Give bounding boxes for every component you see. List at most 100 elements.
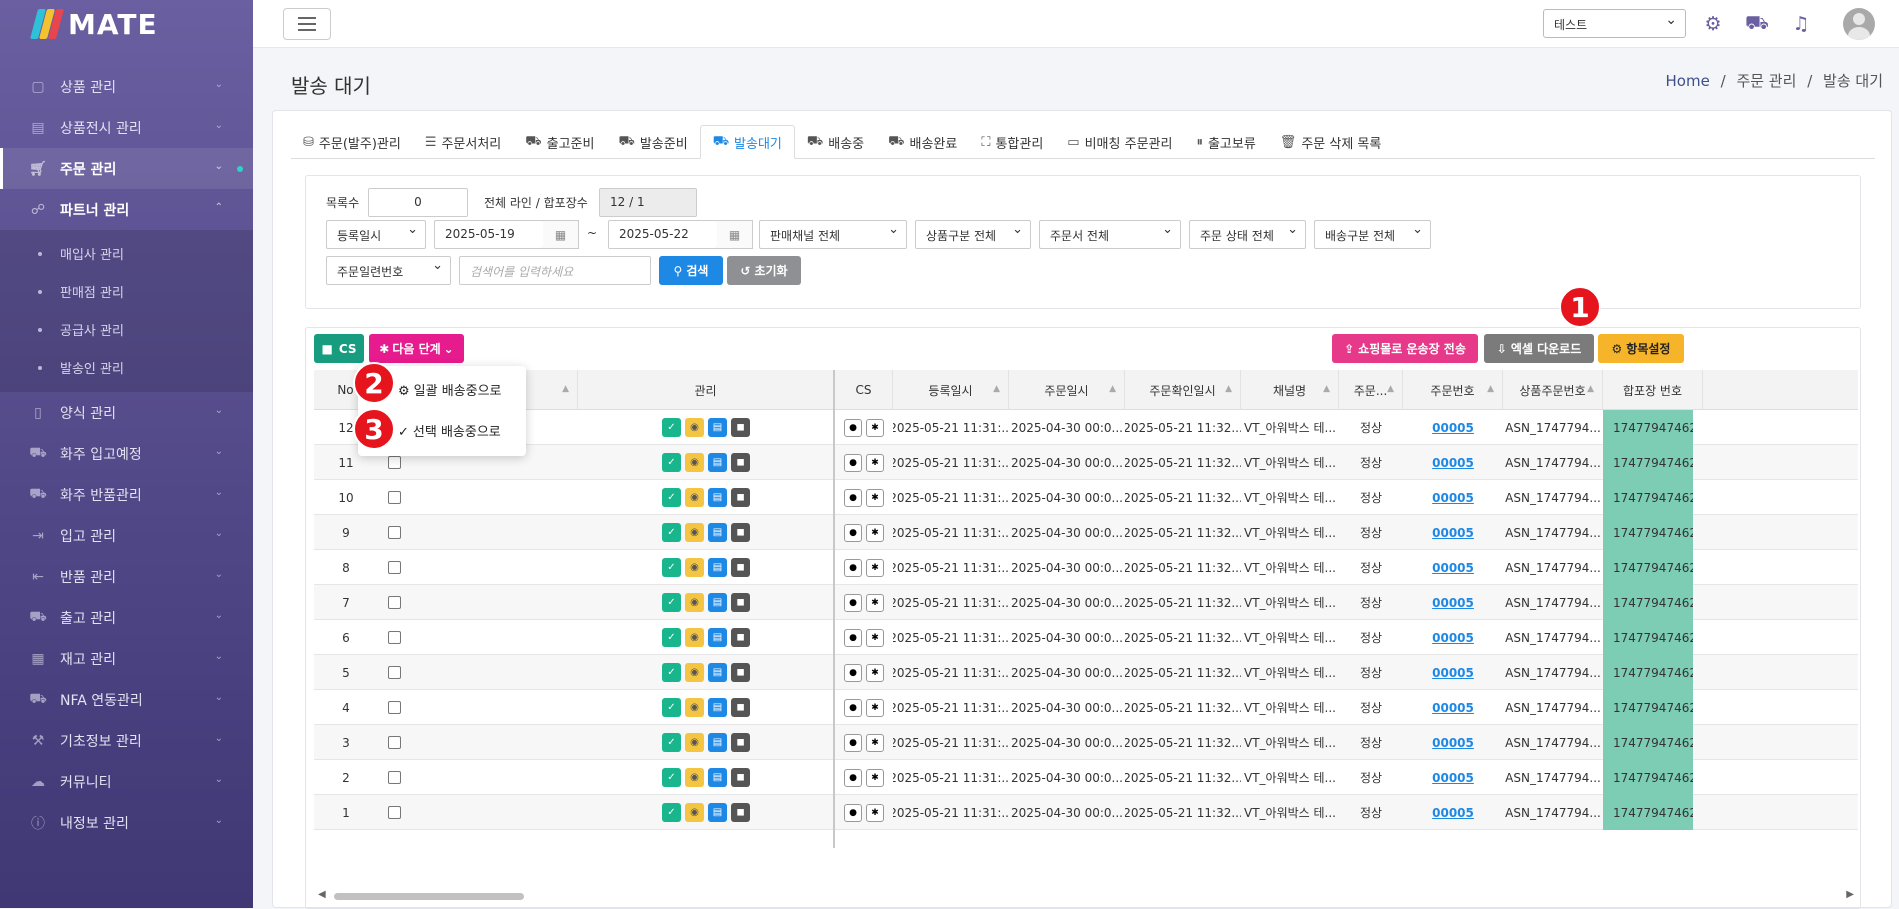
sidebar-item-basics[interactable]: ⚒ 기초정보 관리 ⌄ [0,720,253,761]
sidebar-item-owner-inbound[interactable]: ⛟ 화주 입고예정 ⌄ [0,433,253,474]
comment-icon[interactable]: ● [844,453,862,472]
date-from-input[interactable]: 2025-05-19 [434,220,544,249]
circle-icon[interactable]: ◉ [685,488,704,507]
circle-icon[interactable]: ◉ [685,663,704,682]
logo[interactable]: MATE [0,0,253,48]
order-no-link[interactable]: 00005 [1432,806,1474,820]
asterisk-icon[interactable]: ✱ [866,768,884,787]
document-icon[interactable]: ▤ [708,768,727,787]
sidebar-item-stock[interactable]: ▦ 재고 관리 ⌄ [0,638,253,679]
circle-icon[interactable]: ◉ [685,558,704,577]
date-type-select[interactable]: 등록일시 [326,220,426,249]
document-icon[interactable]: ▤ [708,698,727,717]
asterisk-icon[interactable]: ✱ [866,453,884,472]
scroll-left-icon[interactable]: ◀ [318,889,326,900]
horizontal-scrollbar[interactable]: ◀ ▶ [314,888,1858,904]
column-settings-button[interactable]: ⚙ 항목설정 [1598,334,1684,363]
row-checkbox[interactable] [387,456,401,469]
check-square-icon[interactable]: ✓ [662,803,681,822]
col-status[interactable]: 주문... ▲ [1339,370,1403,410]
comment-icon[interactable]: ● [844,663,862,682]
comments-icon[interactable]: ◼ [731,768,750,787]
circle-icon[interactable]: ◉ [685,418,704,437]
menu-item-bulk-shipping[interactable]: ⚙ 일괄 배송중으로 [398,380,502,399]
asterisk-icon[interactable]: ✱ [866,698,884,717]
search-button[interactable]: ⚲ 검색 [659,256,723,285]
circle-icon[interactable]: ◉ [685,698,704,717]
comments-icon[interactable]: ◼ [731,698,750,717]
sidebar-subitem-sender[interactable]: 발송인 관리 [0,348,253,386]
sidebar-item-orders[interactable]: 🛒︎ 주문 관리 ⌄ [0,148,253,189]
document-icon[interactable]: ▤ [708,628,727,647]
row-checkbox[interactable] [387,526,401,539]
document-icon[interactable]: ▤ [708,593,727,612]
asterisk-icon[interactable]: ✱ [866,663,884,682]
reset-button[interactable]: ↺ 초기화 [727,256,801,285]
breadcrumb-home[interactable]: Home [1666,72,1710,90]
comment-icon[interactable]: ● [844,628,862,647]
sidebar-item-outbound[interactable]: ⛟ 출고 관리 ⌄ [0,597,253,638]
order-no-link[interactable]: 00005 [1432,631,1474,645]
channel-select[interactable]: 판매채널 전체 [759,220,907,249]
sidebar-item-nfa[interactable]: ⛟ NFA 연동관리 ⌄ [0,679,253,720]
row-checkbox[interactable] [387,701,401,714]
product-type-select[interactable]: 상품구분 전체 [915,220,1031,249]
tab-delivered[interactable]: ⛟ 배송완료 [876,125,969,159]
check-square-icon[interactable]: ✓ [662,593,681,612]
row-checkbox[interactable] [387,631,401,644]
comment-icon[interactable]: ● [844,523,862,542]
comment-icon[interactable]: ● [844,733,862,752]
sidebar-item-forms[interactable]: ▯ 양식 관리 ⌄ [0,392,253,433]
asterisk-icon[interactable]: ✱ [866,593,884,612]
comment-icon[interactable]: ● [844,803,862,822]
order-form-select[interactable]: 주문서 전체 [1039,220,1181,249]
tab-ship-waiting[interactable]: ⛟ 발송대기 [699,125,795,159]
row-checkbox[interactable] [387,771,401,784]
calendar-icon[interactable]: ▦ [717,220,753,249]
tab-order-process[interactable]: ☰ 주문서처리 [413,125,513,159]
order-no-link[interactable]: 00005 [1432,736,1474,750]
check-square-icon[interactable]: ✓ [662,663,681,682]
col-confirm[interactable]: 주문확인일시 ▲ [1125,370,1241,410]
circle-icon[interactable]: ◉ [685,768,704,787]
count-input[interactable]: 0 [368,188,468,217]
document-icon[interactable]: ▤ [708,733,727,752]
gear-icon[interactable]: ⚙ [1701,12,1725,36]
col-reg[interactable]: 등록일시 ▲ [893,370,1009,410]
col-order-date[interactable]: 주문일시 ▲ [1009,370,1125,410]
tab-order-manage[interactable]: ⛁ 주문(발주)관리 [291,125,413,159]
order-no-link[interactable]: 00005 [1432,701,1474,715]
asterisk-icon[interactable]: ✱ [866,523,884,542]
comments-icon[interactable]: ◼ [731,803,750,822]
comments-icon[interactable]: ◼ [731,663,750,682]
col-cs[interactable]: CS [835,370,893,410]
circle-icon[interactable]: ◉ [685,453,704,472]
document-icon[interactable]: ▤ [708,803,727,822]
asterisk-icon[interactable]: ✱ [866,628,884,647]
order-no-link[interactable]: 00005 [1432,771,1474,785]
comments-icon[interactable]: ◼ [731,488,750,507]
menu-item-selected-shipping[interactable]: ✓ 선택 배송중으로 [398,421,501,440]
comments-icon[interactable]: ◼ [731,558,750,577]
check-square-icon[interactable]: ✓ [662,523,681,542]
document-icon[interactable]: ▤ [708,418,727,437]
comments-icon[interactable]: ◼ [731,593,750,612]
document-icon[interactable]: ▤ [708,558,727,577]
col-order-no[interactable]: 주문번호 ▲ [1403,370,1503,410]
asterisk-icon[interactable]: ✱ [866,803,884,822]
tab-ship-ready[interactable]: ⛟ 발송준비 [606,125,699,159]
check-square-icon[interactable]: ✓ [662,698,681,717]
check-square-icon[interactable]: ✓ [662,418,681,437]
calendar-icon[interactable]: ▦ [543,220,579,249]
check-square-icon[interactable]: ✓ [662,453,681,472]
search-input[interactable]: 검색어를 입력하세요 [459,256,651,285]
warehouse-icon[interactable]: ⛟ [1745,12,1769,36]
tab-outbound-ready[interactable]: ⛟ 출고준비 [513,125,606,159]
row-checkbox[interactable] [387,666,401,679]
col-product-no[interactable]: 상품주문번호 ▲ [1503,370,1603,410]
sidebar-subitem-seller[interactable]: 판매점 관리 [0,272,253,310]
check-square-icon[interactable]: ✓ [662,558,681,577]
avatar[interactable] [1843,8,1875,40]
order-no-link[interactable]: 00005 [1432,456,1474,470]
comments-icon[interactable]: ◼ [731,628,750,647]
